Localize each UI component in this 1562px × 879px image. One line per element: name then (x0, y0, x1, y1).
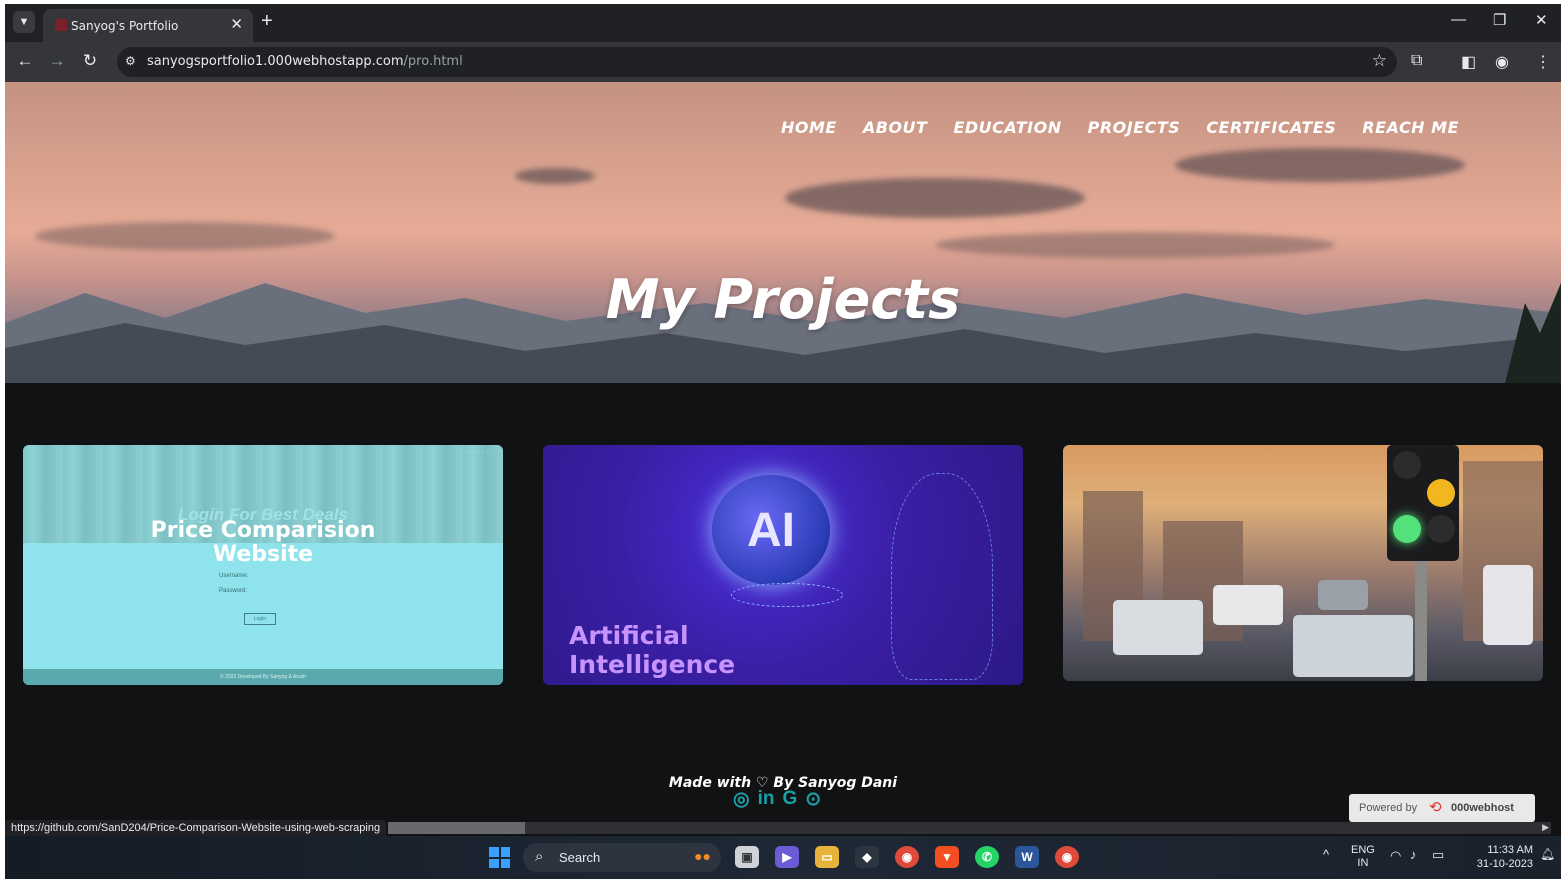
start-button[interactable] (489, 847, 510, 868)
linkedin-icon[interactable]: in (758, 788, 775, 811)
car (1113, 600, 1203, 655)
webhost-logo-icon: ⟲ (1429, 799, 1442, 816)
traffic-light (1387, 445, 1459, 561)
google-icon[interactable]: G (782, 788, 797, 811)
whatsapp-icon[interactable]: ✆ (975, 846, 999, 868)
mini-nav: · · · · · · · (465, 449, 493, 456)
back-button[interactable]: ← (13, 51, 37, 71)
main-nav: HOME ABOUT EDUCATION PROJECTS CERTIFICAT… (781, 118, 1459, 137)
close-window-button[interactable]: ✕ (1535, 11, 1548, 29)
instagram-icon[interactable]: ◎ (733, 788, 750, 811)
powered-by-badge[interactable]: Powered by ⟲ 000webhost (1349, 794, 1535, 822)
hero-cloud (515, 168, 595, 184)
nav-about[interactable]: ABOUT (863, 118, 928, 137)
teams-icon[interactable]: ▶ (775, 846, 799, 868)
ai-text: AI (747, 504, 795, 557)
nav-reach-me[interactable]: REACH ME (1362, 118, 1459, 137)
show-hidden-icons[interactable]: ^ (1323, 848, 1329, 861)
word-icon[interactable]: W (1015, 846, 1039, 868)
robot-illustration (891, 473, 993, 680)
hero-cloud (35, 222, 335, 250)
traffic-pole (1415, 561, 1427, 681)
search-icon: ⌕ (535, 848, 544, 865)
card1-footer: © 2023 Developed By Sanyog & Arush (23, 669, 503, 685)
hero-cloud (785, 178, 1085, 218)
hero-cloud (1175, 148, 1465, 182)
arrow-light (1427, 479, 1455, 507)
restore-button[interactable]: ❐ (1493, 11, 1506, 29)
forward-button[interactable]: → (45, 51, 69, 71)
battery-icon[interactable]: ▭ (1432, 848, 1444, 861)
minimize-button[interactable]: — (1451, 11, 1466, 28)
wifi-icon[interactable]: ◠ (1390, 849, 1401, 862)
task-view-icon[interactable]: ▣ (735, 846, 759, 868)
browser-toolbar: ← → ↻ ⚙ sanyogsportfolio1.000webhostapp.… (5, 42, 1561, 82)
card2-caption: Artificial Intelligence (569, 621, 736, 679)
web-page: HOME ABOUT EDUCATION PROJECTS CERTIFICAT… (5, 82, 1561, 836)
nav-home[interactable]: HOME (781, 118, 837, 137)
project-card-price-comparison[interactable]: · · · · · · · Login For Best Deals Price… (23, 445, 503, 685)
brave-icon[interactable]: ▼ (935, 846, 959, 868)
file-explorer-icon[interactable]: ▭ (815, 846, 839, 868)
status-bar-url: https://github.com/SanD204/Price-Compari… (5, 820, 387, 836)
chrome-profile-icon[interactable]: ◉ (1055, 846, 1079, 868)
project-card-artificial-intelligence[interactable]: AI Artificial Intelligence (543, 445, 1023, 685)
system-clock[interactable]: 11:33 AM 31-10-2023 (1461, 843, 1533, 871)
new-tab-button[interactable]: + (261, 10, 273, 33)
side-panel-icon[interactable]: ◧ (1461, 52, 1476, 72)
browser-window: ▼ Sanyog's Portfolio ✕ + — ❐ ✕ ← → ↻ ⚙ s… (5, 4, 1561, 836)
tab-search-button[interactable]: ▼ (13, 11, 35, 33)
tab-title: Sanyog's Portfolio (71, 19, 179, 33)
horizontal-scrollbar[interactable]: ▶ (388, 822, 1551, 834)
browser-menu-icon[interactable]: ⋮ (1535, 52, 1551, 72)
store-icon[interactable]: ◆ (855, 846, 879, 868)
project-card-traffic[interactable] (1063, 445, 1543, 681)
chrome-icon[interactable]: ◉ (895, 846, 919, 868)
light-bulb (1427, 515, 1455, 543)
bookmark-star-icon[interactable]: ☆ (1372, 51, 1387, 71)
active-tab[interactable]: Sanyog's Portfolio ✕ (43, 9, 253, 42)
robot-hand (731, 583, 843, 607)
taskbar-search[interactable]: ⌕ Search ●● (523, 843, 721, 872)
language-indicator[interactable]: ENG IN (1351, 844, 1375, 870)
profile-avatar-icon[interactable]: ◉ (1495, 52, 1509, 72)
extensions-icon[interactable]: ⧉ (1411, 52, 1422, 70)
github-icon[interactable]: ⊙ (805, 788, 821, 811)
nav-certificates[interactable]: CERTIFICATES (1206, 118, 1336, 137)
car (1318, 580, 1368, 610)
card1-login-form: Username: Password: (219, 573, 249, 594)
close-tab-icon[interactable]: ✕ (230, 15, 243, 33)
taskbar: ⌕ Search ●● ▣ ▶ ▭ ◆ ◉ ▼ ✆ W ◉ ^ ENG IN ◠… (5, 836, 1561, 879)
reload-button[interactable]: ↻ (78, 51, 102, 71)
page-title: My Projects (605, 268, 961, 331)
notification-bell-icon[interactable]: 🔔︎ (1540, 848, 1555, 861)
light-bulb (1393, 451, 1421, 479)
green-light (1393, 515, 1421, 543)
car (1213, 585, 1283, 625)
search-highlight-icon: ●● (694, 848, 711, 864)
scroll-right-icon[interactable]: ▶ (1542, 822, 1549, 833)
car (1293, 615, 1413, 677)
hero-banner: HOME ABOUT EDUCATION PROJECTS CERTIFICAT… (5, 82, 1561, 383)
url-text: sanyogsportfolio1.000webhostapp.com/pro.… (147, 54, 463, 69)
address-bar[interactable]: ⚙ sanyogsportfolio1.000webhostapp.com/pr… (117, 47, 1397, 77)
tab-strip: ▼ Sanyog's Portfolio ✕ + — ❐ ✕ (5, 4, 1561, 42)
site-settings-icon[interactable]: ⚙ (125, 54, 139, 68)
card1-login-button: Login (244, 613, 276, 625)
nav-projects[interactable]: PROJECTS (1088, 118, 1181, 137)
site-favicon-icon (55, 19, 67, 31)
hero-cloud (935, 232, 1335, 258)
nav-education[interactable]: EDUCATION (953, 118, 1061, 137)
scrollbar-thumb[interactable] (388, 822, 525, 834)
social-links: ◎ in G ⊙ (733, 788, 821, 811)
volume-icon[interactable]: ♪ (1410, 848, 1417, 861)
card1-title: Price Comparision Website (150, 518, 376, 567)
bus (1483, 565, 1533, 645)
